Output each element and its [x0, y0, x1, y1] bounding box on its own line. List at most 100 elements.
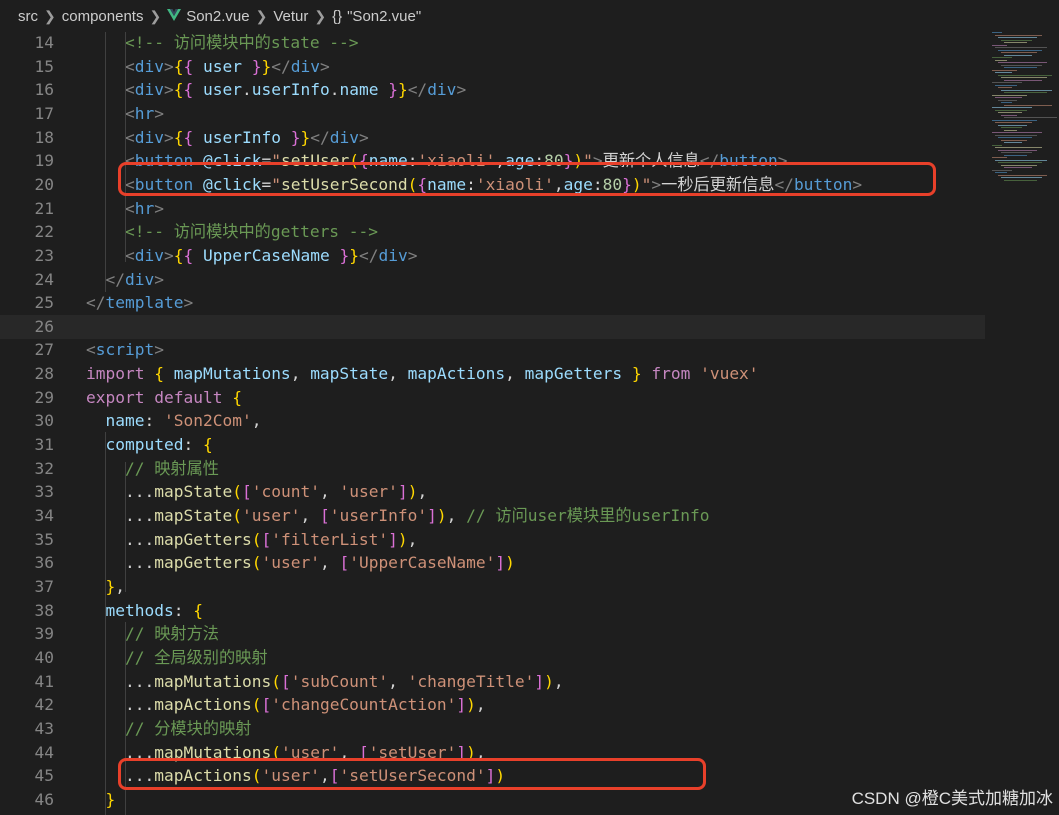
minimap-line [992, 82, 1022, 83]
minimap-line [1004, 142, 1022, 143]
indent-guide [125, 462, 126, 592]
minimap-line [995, 34, 1042, 36]
minimap-line [1004, 167, 1032, 168]
code-line-36[interactable]: 36 ...mapGetters('user', ['UpperCaseName… [0, 551, 990, 575]
breadcrumb-item-vetur[interactable]: Vetur [273, 8, 308, 25]
code-line-23[interactable]: 23 <div>{{ UpperCaseName }}</div> [0, 244, 990, 268]
code-line-34[interactable]: 34 ...mapState('user', ['userInfo']), //… [0, 504, 990, 528]
chevron-right-icon: ❯ [149, 7, 162, 24]
minimap-line [998, 174, 1047, 176]
code-line-46[interactable]: 46 } [0, 788, 990, 812]
code-text: <div>{{ userInfo }}</div> [125, 127, 369, 147]
indent-guide [105, 432, 106, 815]
minimap-line [1001, 114, 1017, 116]
code-line-25[interactable]: 25 </template> [0, 291, 990, 315]
minimap-line [992, 69, 1017, 71]
line-number: 38 [34, 600, 55, 620]
minimap-line [995, 97, 1022, 98]
line-number: 29 [34, 387, 55, 407]
minimap-line [998, 99, 1017, 101]
breadcrumb-item-file[interactable]: Son2.vue [186, 8, 249, 25]
line-number: 24 [34, 269, 55, 289]
code-line-21[interactable]: 21 <hr> [0, 197, 990, 221]
code-line-38[interactable]: 38 methods: { [0, 599, 990, 623]
code-line-15[interactable]: 15 <div>{{ user }}</div> [0, 55, 990, 79]
highlight-box-line-20 [118, 162, 936, 196]
code-line-37[interactable]: 37 }, [0, 575, 990, 599]
line-number: 42 [34, 695, 55, 715]
minimap-line [1001, 152, 1032, 153]
line-number: 19 [34, 151, 55, 171]
code-line-14[interactable]: 14 <!-- 访问模块中的state --> [0, 32, 990, 55]
code-text: <script> [86, 340, 164, 360]
code-line-30[interactable]: 30 name: 'Son2Com', [0, 409, 990, 433]
minimap-line [998, 87, 1012, 88]
line-number: 30 [34, 411, 55, 431]
minimap-line [995, 109, 1027, 111]
code-line-39[interactable]: 39 // 映射方法 [0, 622, 990, 646]
code-line-33[interactable]: 33 ...mapState(['count', 'user']), [0, 480, 990, 504]
code-text: <!-- 访问模块中的state --> [124, 33, 359, 52]
line-number: 40 [34, 647, 55, 667]
code-editor[interactable]: 14 <!-- 访问模块中的state --> 15 <div>{{ user }… [0, 32, 1059, 815]
minimap-line [1001, 39, 1032, 41]
line-number: 35 [34, 529, 55, 549]
line-number: 27 [34, 340, 55, 360]
minimap-line [998, 74, 1052, 76]
line-number: 43 [34, 718, 55, 738]
vue-logo-icon [167, 8, 182, 24]
code-line-31[interactable]: 31 computed: { [0, 433, 990, 457]
code-line-41[interactable]: 41 ...mapMutations(['subCount', 'changeT… [0, 670, 990, 694]
code-line-22[interactable]: 22 <!-- 访问模块中的getters --> [0, 220, 990, 244]
code-text: } [105, 789, 116, 809]
line-number: 22 [34, 222, 55, 242]
minimap-line [995, 72, 1012, 73]
code-line-16[interactable]: 16 <div>{{ user.userInfo.name }}</div> [0, 78, 990, 102]
code-line-27[interactable]: 27 <script> [0, 338, 990, 362]
minimap-line [995, 134, 1037, 136]
code-line-26[interactable]: 26 [0, 314, 985, 339]
breadcrumb-item-symbol[interactable]: "Son2.vue" [347, 8, 421, 25]
minimap-line [1001, 177, 1042, 178]
minimap[interactable] [988, 32, 1059, 192]
code-line-29[interactable]: 29 export default { [0, 386, 990, 410]
minimap-line [1004, 104, 1052, 106]
chevron-right-icon: ❯ [255, 7, 268, 24]
code-text: ...mapMutations(['subCount', 'changeTitl… [125, 671, 564, 691]
minimap-line [1001, 102, 1012, 103]
line-number: 21 [34, 198, 55, 218]
code-line-42[interactable]: 42 ...mapActions(['changeCountAction']), [0, 693, 990, 717]
minimap-line [995, 147, 1042, 148]
code-line-43[interactable]: 43 // 分模块的映射 [0, 717, 990, 741]
code-text: ...mapState('user', ['userInfo']), // 访问… [125, 506, 710, 525]
line-number: 33 [34, 482, 55, 502]
code-line-35[interactable]: 35 ...mapGetters(['filterList']), [0, 528, 990, 552]
minimap-line [1001, 77, 1047, 78]
code-line-18[interactable]: 18 <div>{{ userInfo }}</div> [0, 126, 990, 150]
code-line-17[interactable]: 17 <hr> [0, 102, 990, 126]
breadcrumb-item-components[interactable]: components [62, 8, 144, 25]
line-number: 39 [34, 624, 55, 644]
minimap-line [992, 94, 1027, 96]
minimap-line [1001, 139, 1027, 141]
code-text: <div>{{ UpperCaseName }}</div> [125, 245, 418, 265]
line-number: 17 [34, 103, 55, 123]
minimap-line [1004, 67, 1037, 68]
code-text: <div>{{ user }}</div> [125, 56, 330, 76]
code-line-32[interactable]: 32 // 映射属性 [0, 457, 990, 481]
minimap-line [1004, 79, 1042, 81]
code-line-28[interactable]: 28 import { mapMutations, mapState, mapAc… [0, 362, 990, 386]
breadcrumb-item-src[interactable]: src [18, 8, 38, 25]
line-number: 45 [34, 766, 55, 786]
minimap-line [1004, 54, 1032, 56]
minimap-line [995, 59, 1007, 61]
line-number: 37 [34, 576, 55, 596]
line-number: 26 [34, 316, 55, 336]
line-number: 32 [34, 458, 55, 478]
minimap-line [992, 107, 1032, 108]
minimap-line [992, 169, 1012, 171]
minimap-line [1004, 129, 1017, 131]
code-line-24[interactable]: 24 </div> [0, 268, 990, 292]
code-line-40[interactable]: 40 // 全局级别的映射 [0, 646, 990, 670]
line-number: 16 [34, 80, 55, 100]
